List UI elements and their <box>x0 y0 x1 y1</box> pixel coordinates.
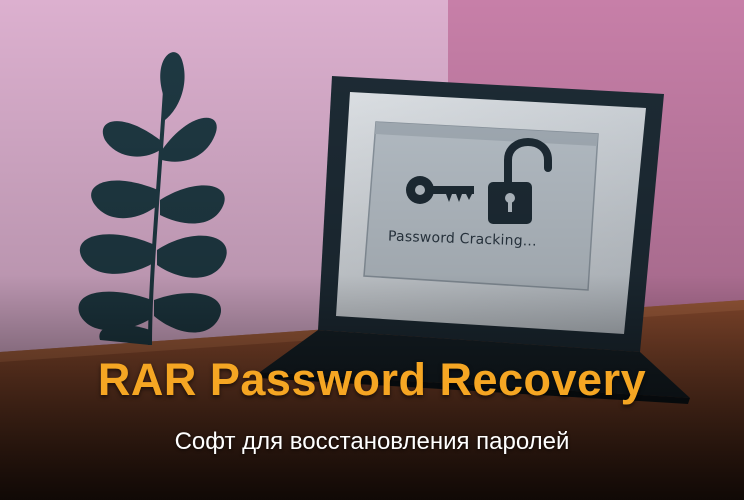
bottom-shade <box>0 0 744 500</box>
banner-illustration <box>0 0 744 500</box>
banner: Password Cracking... RAR Password Recove… <box>0 0 744 500</box>
headline: RAR Password Recovery <box>97 354 647 405</box>
subtitle: Софт для восстановления паролей <box>174 428 570 455</box>
